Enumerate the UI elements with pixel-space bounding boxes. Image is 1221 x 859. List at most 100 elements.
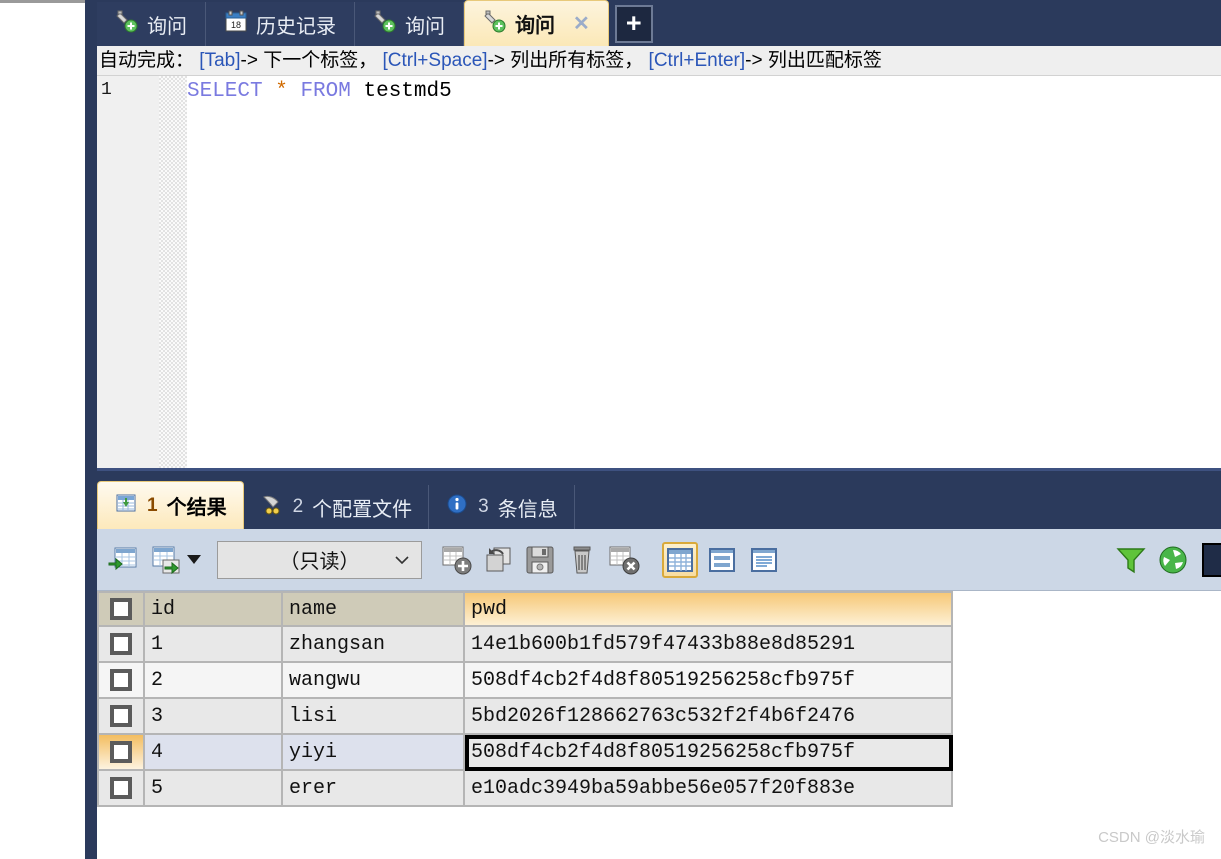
left-margin-top-line [0,0,85,3]
tab-label: 历史记录 [256,15,336,38]
cell-pwd-focused[interactable]: 508df4cb2f4d8f80519256258cfb975f [465,735,953,771]
table-row[interactable]: 2 wangwu 508df4cb2f4d8f80519256258cfb975… [97,663,953,699]
hint-key-tab: [Tab] [199,50,241,71]
cell-pwd[interactable]: e10adc3949ba59abbe56e057f20f883e [465,771,953,807]
row-checkbox[interactable] [110,741,132,763]
table-header-row: id name pwd [97,591,953,627]
tab-label: 询问 [147,15,187,38]
result-tab-count: 2 [292,496,304,517]
sql-table-name: testmd5 [363,80,452,103]
autocomplete-hint-bar: 自动完成： [Tab]-> 下一个标签， [Ctrl+Space]-> 列出所有… [97,46,1221,76]
cell-id[interactable]: 1 [145,627,283,663]
result-grid-icon [114,491,138,521]
sql-keyword-from: FROM [300,80,351,103]
svg-text:18: 18 [231,20,241,30]
record-mode-value: （只读） [279,551,360,573]
cell-pwd[interactable]: 508df4cb2f4d8f80519256258cfb975f [465,663,953,699]
grid-toolbar: （只读） [97,529,1221,591]
chevron-down-icon [395,555,409,564]
select-all-checkbox[interactable] [110,598,132,620]
row-checkbox-cell[interactable] [97,771,145,807]
left-margin [0,0,85,859]
close-icon[interactable]: ✕ [573,11,590,36]
watermark: CSDN @淡水瑜 [1098,829,1205,846]
tab-label: 询问 [405,15,445,38]
cell-id[interactable]: 2 [145,663,283,699]
text-view-icon[interactable] [746,542,782,578]
result-tab-label: 个配置文件 [312,498,413,521]
table-body: 1 zhangsan 14e1b600b1fd579f47433b88e8d85… [97,627,953,807]
cell-pwd[interactable]: 14e1b600b1fd579f47433b88e8d85291 [465,627,953,663]
row-checkbox[interactable] [110,669,132,691]
cell-id[interactable]: 3 [145,699,283,735]
tab-history[interactable]: 18 历史记录 [206,2,355,46]
result-grid[interactable]: id name pwd 1 zhangsan 14e1b600b1fd579f4… [97,591,953,807]
sql-keyword-select: SELECT [187,80,263,103]
result-tab-label: 条信息 [497,498,558,521]
tab-query-1[interactable]: 询问 [97,2,206,46]
cell-name[interactable]: lisi [283,699,465,735]
save-icon[interactable] [522,542,558,578]
hint-prefix: 自动完成： [99,50,195,71]
column-header-name[interactable]: name [283,591,465,627]
sql-star: * [275,80,288,103]
table-row[interactable]: 5 erer e10adc3949ba59abbe56e057f20f883e [97,771,953,807]
export-wizard-icon[interactable] [147,542,183,578]
cell-id[interactable]: 4 [145,735,283,771]
result-tab-results[interactable]: 1 个结果 [97,481,244,529]
result-tab-count: 1 [147,494,158,516]
grid-view-icon[interactable] [662,541,698,578]
cancel-record-icon[interactable] [606,542,642,578]
row-checkbox[interactable] [110,633,132,655]
table-row-selected[interactable]: 4 yiyi 508df4cb2f4d8f80519256258cfb975f [97,735,953,771]
sql-editor[interactable]: 1 SELECT * FROM testmd5 [97,76,1221,471]
editor-fold-strip [159,76,187,468]
cell-name[interactable]: wangwu [283,663,465,699]
new-tab-button[interactable]: + [614,5,653,43]
column-header-id[interactable]: id [145,591,283,627]
query-plug-icon [483,9,507,39]
tab-query-2[interactable]: 询问 [355,2,464,46]
result-tab-profiles[interactable]: 2 个配置文件 [244,485,430,529]
result-tab-bar: 1 个结果 2 个配置文件 3 条信息 [97,471,1221,529]
import-wizard-icon[interactable] [105,542,141,578]
row-checkbox[interactable] [110,777,132,799]
column-header-pwd[interactable]: pwd [465,591,953,627]
line-number: 1 [101,80,112,100]
form-view-icon[interactable] [704,542,740,578]
row-checkbox-cell[interactable] [97,699,145,735]
query-plug-icon [373,9,397,39]
row-checkbox-cell[interactable] [97,627,145,663]
sql-code-area[interactable]: SELECT * FROM testmd5 [187,76,1221,468]
cell-name[interactable]: erer [283,771,465,807]
result-tab-label: 个结果 [166,497,227,519]
row-checkbox[interactable] [110,705,132,727]
hint-text-1: -> 下一个标签， [240,50,378,71]
tab-query-3-active[interactable]: 询问 ✕ [464,0,609,46]
query-plug-icon [115,9,139,39]
chevron-down-icon[interactable] [187,555,201,564]
hint-text-2: -> 列出所有标签， [487,50,644,71]
record-mode-select[interactable]: （只读） [217,540,422,579]
filter-icon[interactable] [1113,542,1149,578]
duplicate-record-icon[interactable] [480,542,516,578]
result-table: id name pwd 1 zhangsan 14e1b600b1fd579f4… [97,591,953,807]
result-tab-messages[interactable]: 3 条信息 [429,485,575,529]
info-icon [445,492,469,522]
row-checkbox-cell[interactable] [97,663,145,699]
hint-key-ctrl-enter: [Ctrl+Enter] [648,50,746,71]
cell-name[interactable]: zhangsan [283,627,465,663]
table-row[interactable]: 1 zhangsan 14e1b600b1fd579f47433b88e8d85… [97,627,953,663]
tab-bar: 询问 18 历史记录 询问 询问 ✕ + [97,0,1221,46]
hint-text-3: -> 列出匹配标签 [745,50,882,71]
overflow-button[interactable] [1197,542,1221,578]
refresh-icon[interactable] [1155,542,1191,578]
row-checkbox-cell[interactable] [97,735,145,771]
delete-record-icon[interactable] [564,542,600,578]
select-all-checkbox-cell[interactable] [97,591,145,627]
cell-id[interactable]: 5 [145,771,283,807]
cell-name[interactable]: yiyi [283,735,465,771]
cell-pwd[interactable]: 5bd2026f128662763c532f2f4b6f2476 [465,699,953,735]
add-record-icon[interactable] [438,542,474,578]
table-row[interactable]: 3 lisi 5bd2026f128662763c532f2f4b6f2476 [97,699,953,735]
